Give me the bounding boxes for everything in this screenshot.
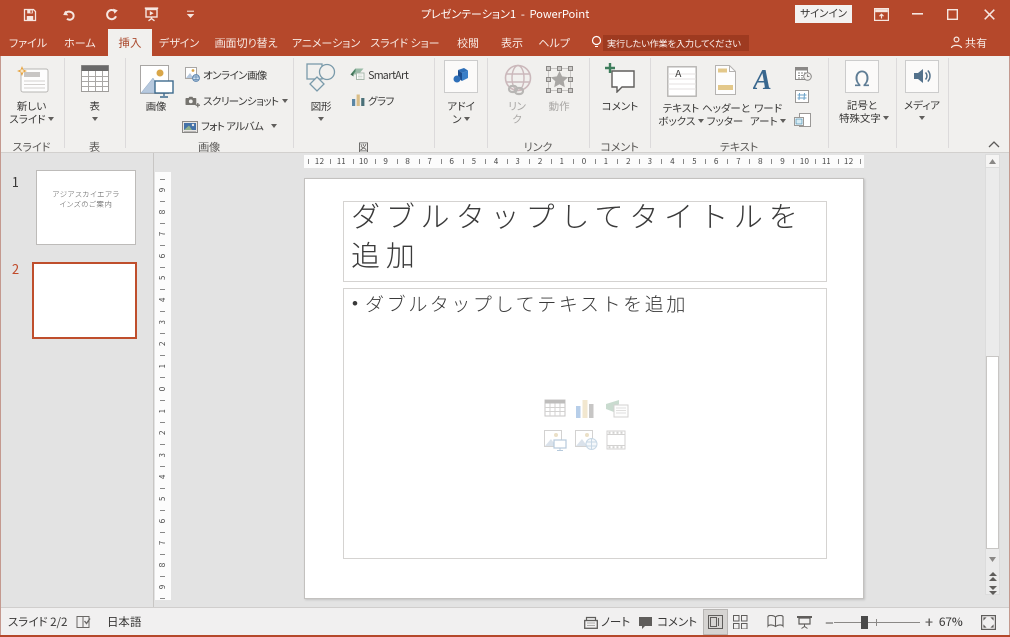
svg-text:A: A: [753, 66, 772, 93]
svg-text:A: A: [675, 66, 682, 80]
